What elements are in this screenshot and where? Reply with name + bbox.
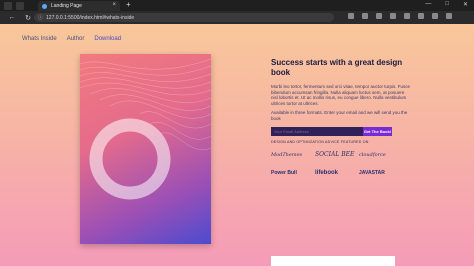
- nav-link-author[interactable]: Author: [67, 36, 85, 42]
- browser-tab-bar: Landing Page × + — □ ✕: [0, 0, 474, 11]
- split-screen-icon[interactable]: [390, 13, 396, 19]
- close-window-icon[interactable]: ✕: [463, 1, 468, 8]
- reload-icon[interactable]: ↻: [24, 14, 32, 22]
- close-tab-icon[interactable]: ×: [112, 2, 116, 8]
- featured-on-label: DESIGN AND OPTIMIZATION ADVICE FEATURED …: [271, 139, 369, 144]
- signup-form: Get The Book!: [271, 126, 411, 136]
- next-section-card: [271, 256, 395, 266]
- featured-logos: ModThemes SOCIAL BEE cloudforce Power Bu…: [271, 150, 411, 178]
- site-nav: Whats Inside Author Download: [22, 36, 121, 42]
- maximize-icon[interactable]: □: [445, 1, 449, 8]
- nav-link-whats-inside[interactable]: Whats Inside: [22, 36, 57, 42]
- nav-link-download[interactable]: Download: [94, 36, 121, 42]
- tab-title: Landing Page: [51, 3, 82, 9]
- extension-icons: [348, 13, 452, 19]
- social-bee-logo: SOCIAL BEE: [315, 151, 355, 159]
- landing-page: Whats Inside Author Download Success sta…: [0, 24, 474, 266]
- get-the-book-button[interactable]: Get The Book!: [363, 126, 392, 136]
- extensions-icon[interactable]: [376, 13, 382, 19]
- book-cover-image: [80, 54, 211, 244]
- hero-paragraph: Morbi leo tortor, fermentum sed orci vit…: [271, 84, 411, 106]
- profile-icon[interactable]: [418, 13, 424, 19]
- url-text: 127.0.0.1:5500/index.html#whats-inside: [46, 14, 135, 21]
- window-controls: — □ ✕: [425, 1, 468, 8]
- copilot-icon[interactable]: [446, 13, 452, 19]
- address-bar[interactable]: ⓘ 127.0.0.1:5500/index.html#whats-inside: [34, 13, 334, 22]
- back-icon[interactable]: ←: [8, 14, 16, 21]
- tab-actions-icon[interactable]: [16, 1, 24, 10]
- browser-tab[interactable]: Landing Page ×: [38, 1, 120, 11]
- read-aloud-icon[interactable]: [348, 13, 354, 19]
- settings-more-icon[interactable]: [432, 13, 438, 19]
- hero-subparagraph: Available in three formats. Enter your e…: [271, 110, 408, 121]
- modthemes-logo: ModThemes: [271, 151, 303, 158]
- book-cover-art: [80, 58, 211, 200]
- hero-headline: Success starts with a great design book: [271, 58, 403, 77]
- favorites-star-icon[interactable]: [362, 13, 368, 19]
- collections-icon[interactable]: [404, 13, 410, 19]
- info-icon[interactable]: ⓘ: [38, 14, 43, 21]
- power-bull-logo: Power Bull: [271, 169, 297, 176]
- browser-toolbar: ← ↻ ⓘ 127.0.0.1:5500/index.html#whats-in…: [0, 11, 474, 24]
- page-favicon-icon: [42, 3, 47, 9]
- email-input[interactable]: [271, 126, 363, 136]
- lifebook-logo: lifebook: [315, 169, 339, 176]
- window-menu-icon[interactable]: [4, 1, 12, 10]
- javastar-logo: JAVASTAR: [359, 169, 385, 176]
- hero-content: Success starts with a great design book …: [271, 58, 411, 178]
- new-tab-button[interactable]: +: [126, 0, 131, 9]
- minimize-icon[interactable]: —: [425, 1, 431, 8]
- cloudforce-logo: cloudforce: [359, 151, 386, 158]
